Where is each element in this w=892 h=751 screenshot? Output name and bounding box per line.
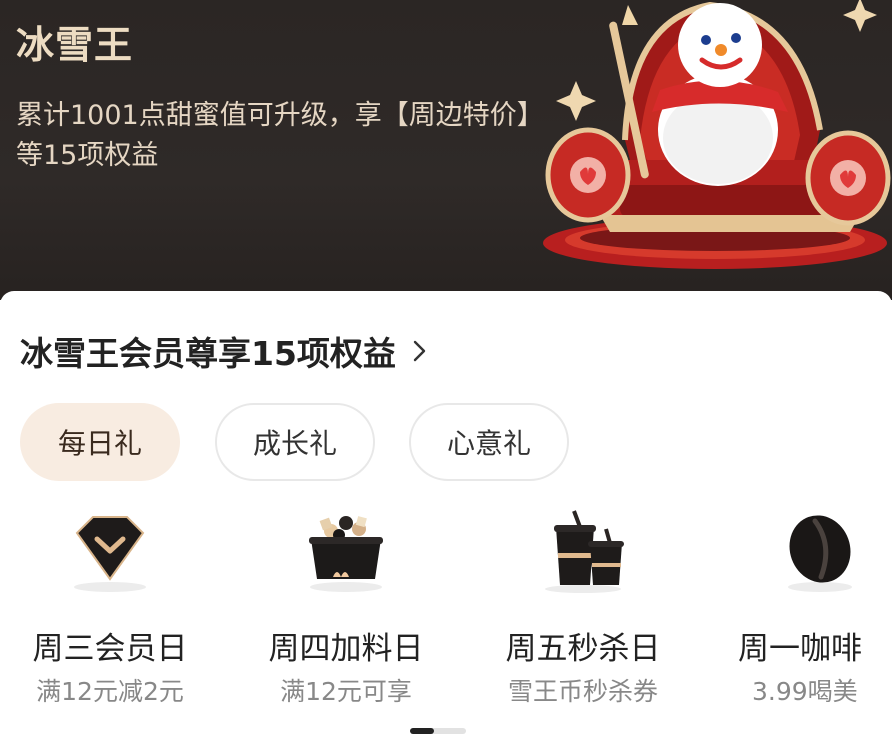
member-level-banner: 冰雪王 累计1001点甜蜜值可升级，享【周边特价】等15项权益	[0, 0, 892, 300]
benefit-desc: 满12元可享	[280, 677, 412, 706]
tab-daily-gift[interactable]: 每日礼	[20, 403, 180, 481]
tab-heart-gift[interactable]: 心意礼	[409, 403, 569, 481]
section-title: 冰雪王会员尊享15项权益	[20, 334, 396, 373]
coffee-bean-icon	[788, 515, 852, 592]
benefit-desc: 雪王币秒杀券	[507, 677, 658, 706]
benefit-card-wednesday[interactable]: 周三会员日 满12元减2元	[0, 505, 220, 706]
toppings-basket-icon	[309, 516, 383, 592]
benefits-section-link[interactable]: 冰雪王会员尊享15项权益	[20, 327, 432, 375]
benefit-name: 周一咖啡	[738, 631, 862, 667]
upgrade-hint: 累计1001点甜蜜值可升级，享【周边特价】等15项权益	[16, 100, 544, 171]
snowman-throne-mascot-icon	[543, 0, 891, 269]
benefit-desc: 满12元减2元	[36, 677, 184, 706]
carousel-scroll-indicator	[410, 728, 466, 734]
tab-label: 心意礼	[446, 427, 531, 460]
benefit-card-monday[interactable]: 周一咖啡 3.99喝美	[710, 505, 892, 705]
tab-growth-gift[interactable]: 成长礼	[215, 403, 375, 481]
benefit-name: 周五秒杀日	[505, 631, 661, 667]
tab-label: 每日礼	[57, 427, 142, 460]
benefit-desc: 3.99喝美	[752, 677, 858, 705]
benefit-name: 周三会员日	[32, 631, 188, 667]
cups-icon	[545, 510, 624, 593]
tab-label: 成长礼	[252, 427, 337, 460]
diamond-badge-icon	[74, 516, 146, 592]
benefit-card-thursday[interactable]: 周四加料日 满12元可享	[236, 505, 456, 706]
chevron-right-icon	[413, 340, 426, 362]
benefit-name: 周四加料日	[268, 631, 424, 667]
scroll-thumb	[410, 728, 434, 734]
benefit-card-friday[interactable]: 周五秒杀日 雪王币秒杀券	[473, 505, 693, 706]
level-title: 冰雪王	[16, 23, 134, 67]
